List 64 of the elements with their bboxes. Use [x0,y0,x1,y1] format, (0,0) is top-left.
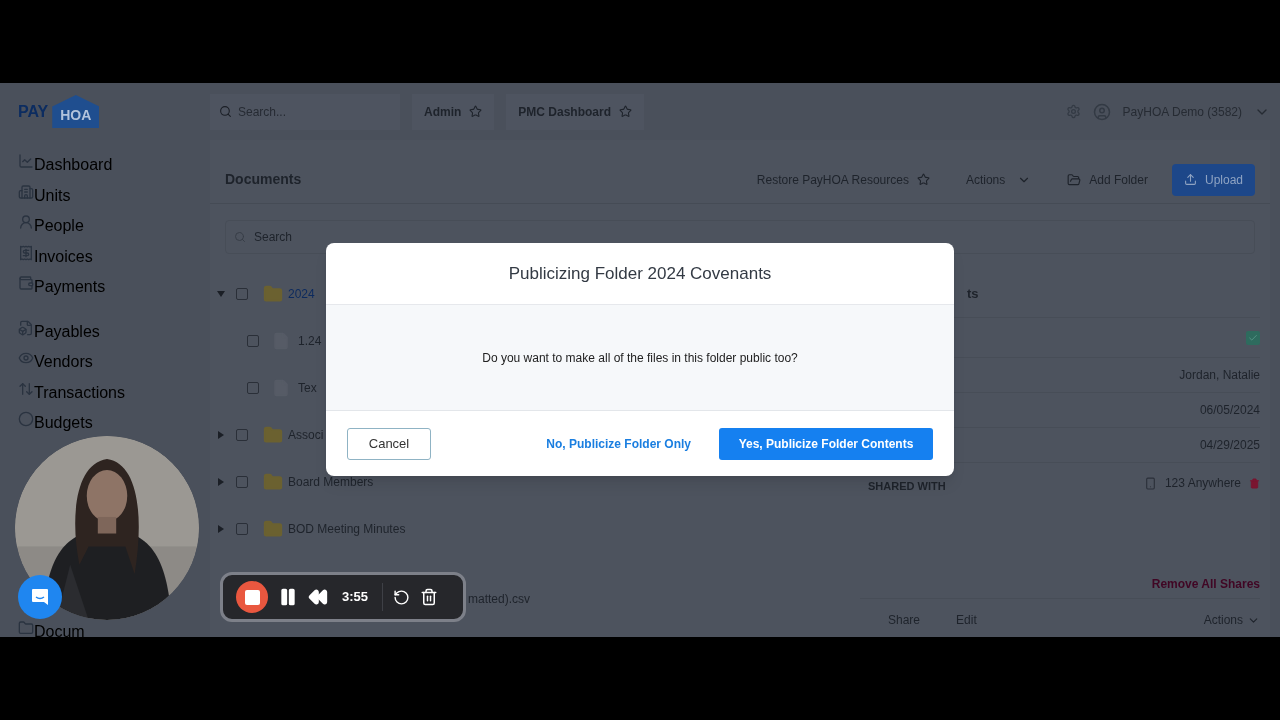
chart-icon [18,153,34,169]
user-icon[interactable] [1092,102,1111,121]
eye-icon [18,350,34,366]
settings-icon[interactable] [1065,104,1081,119]
search-icon [234,231,246,243]
star-icon [469,105,483,118]
star-icon [916,173,930,186]
arrows-icon [18,380,34,397]
modal-title: Publicizing Folder 2024 Covenants [508,262,772,285]
checkbox[interactable] [247,334,259,347]
logo-badge: HOA [52,95,100,128]
sidebar-item[interactable]: Payments [18,275,106,306]
remove-all-link[interactable]: Remove All Shares [1151,574,1260,593]
sidebar-item[interactable]: Payables [18,319,100,350]
chat-icon [30,587,50,607]
recording-time: 3:55 [341,588,370,607]
restart-icon[interactable] [393,588,411,606]
checkbox[interactable] [236,287,248,300]
circle-icon [18,411,34,427]
wallet-icon [18,275,34,291]
pause-icon[interactable] [278,587,298,607]
cancel-button[interactable]: Cancel [347,427,431,460]
sidebar-item[interactable]: People [18,214,84,245]
building-icon [18,183,34,200]
logo-text: PAY [18,101,49,122]
upload-icon [1183,173,1197,186]
publicize-folder-only-button[interactable]: No, Publicize Folder Only [530,427,707,460]
sidebar-item[interactable]: Units [18,183,71,214]
folder-icon [263,283,283,304]
sidebar-item[interactable]: Docum [18,620,85,636]
checkbox[interactable] [236,428,248,441]
rewind-icon[interactable] [308,587,328,607]
folder-icon [263,471,283,492]
caret-down-icon[interactable] [217,289,225,298]
stop-button[interactable] [236,581,268,613]
star-icon [619,105,633,118]
publicize-contents-button[interactable]: Yes, Publicize Folder Contents [719,427,933,460]
chat-button[interactable] [18,575,62,619]
person-icon [18,214,34,230]
checkbox[interactable] [247,381,259,394]
caret-right-icon[interactable] [217,524,225,533]
search-icon [219,104,232,118]
folder-name[interactable]: 2024 [288,284,315,303]
check-icon [1248,332,1258,343]
folder-icon [263,518,283,539]
checkbox[interactable] [236,522,248,535]
sidebar-item[interactable]: Dashboard [18,153,113,184]
folder-icon [18,620,34,636]
sidebar-item[interactable]: Budgets [18,411,93,442]
folder-icon [1067,172,1082,187]
delete-icon[interactable] [420,588,439,606]
phone-icon [1143,476,1157,490]
modal-message: Do you want to make all of the files in this folder public too? [482,349,798,367]
sidebar-item[interactable]: Invoices [18,244,93,275]
upload-button[interactable]: Upload [1171,163,1255,196]
sidebar-item[interactable]: Vendors [18,350,93,381]
caret-right-icon[interactable] [217,477,225,486]
caret-right-icon[interactable] [217,430,225,439]
folder-icon [263,424,283,445]
file-icon [18,319,34,336]
sidebar-item[interactable]: Transactions [18,380,125,411]
checkbox[interactable] [1246,330,1260,345]
receipt-icon [18,244,34,261]
checkbox[interactable] [236,475,248,488]
